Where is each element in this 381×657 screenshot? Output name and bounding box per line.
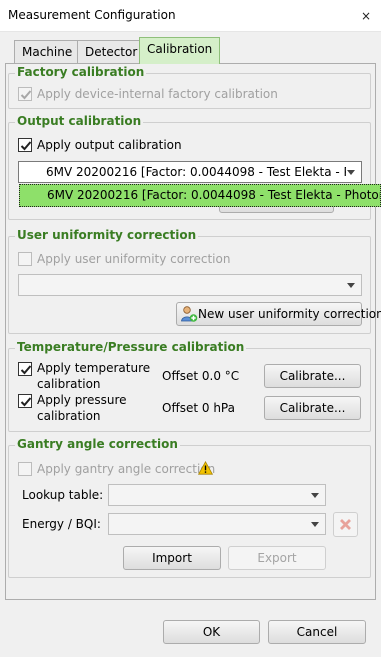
uniformity-label: Apply user uniformity correction (37, 252, 231, 266)
temperature-checkbox[interactable] (18, 362, 32, 376)
dropdown-option-6mv[interactable]: 6MV 20200216 [Factor: 0.0044098 - Test E… (19, 184, 381, 207)
group-title: Temperature/Pressure calibration (15, 340, 247, 354)
uniformity-select[interactable] (18, 274, 362, 296)
warning-icon (198, 461, 213, 475)
chevron-down-icon (347, 170, 355, 175)
ok-button[interactable]: OK (163, 620, 260, 644)
checkmark-icon (20, 141, 32, 151)
window-title: Measurement Configuration (8, 8, 176, 22)
chevron-down-icon (347, 283, 355, 288)
factory-calibration-label: Apply device-internal factory calibratio… (37, 87, 278, 101)
chevron-down-icon (311, 522, 319, 527)
cancel-button[interactable]: Cancel (268, 620, 366, 644)
close-icon[interactable]: × (351, 0, 381, 32)
delete-icon (340, 519, 351, 530)
gantry-checkbox[interactable] (18, 462, 32, 476)
tab-calibration[interactable]: Calibration (139, 37, 221, 64)
lookup-table-select[interactable] (108, 484, 326, 506)
chevron-down-icon (311, 493, 319, 498)
output-calibration-checkbox[interactable] (18, 138, 32, 152)
gantry-label: Apply gantry angle correction (37, 462, 216, 476)
temperature-label-line1: Apply temperature (37, 361, 151, 375)
title-bar: Measurement Configuration × (0, 0, 381, 32)
user-add-icon (181, 306, 198, 322)
lookup-table-label: Lookup table: (22, 488, 104, 502)
group-title: Factory calibration (15, 65, 147, 79)
tab-detector[interactable]: Detector (77, 40, 146, 63)
import-button[interactable]: Import (123, 546, 221, 570)
factory-calibration-checkbox[interactable] (18, 87, 32, 101)
output-calibration-select[interactable]: 6MV 20200216 [Factor: 0.0044098 - Test E… (18, 161, 362, 183)
pressure-label-line1: Apply pressure (37, 393, 127, 407)
temperature-label-line2: calibration (37, 377, 101, 391)
output-calibration-selected: 6MV 20200216 [Factor: 0.0044098 - Test E… (46, 165, 346, 179)
group-title: Output calibration (15, 114, 144, 128)
calibrate-temperature-button[interactable]: Calibrate... (264, 364, 361, 388)
checkmark-icon (20, 90, 32, 100)
pressure-offset: Offset 0 hPa (162, 401, 235, 415)
checkmark-icon (20, 365, 32, 375)
checkmark-icon (20, 397, 32, 407)
output-calibration-label: Apply output calibration (37, 138, 182, 152)
pressure-label-line2: calibration (37, 409, 101, 423)
energy-bqi-select[interactable] (108, 513, 326, 535)
export-button[interactable]: Export (228, 546, 326, 570)
new-uniformity-label: New user uniformity correction (198, 307, 381, 321)
delete-energy-button[interactable] (333, 512, 358, 537)
tab-machine[interactable]: Machine (14, 40, 81, 63)
pressure-checkbox[interactable] (18, 394, 32, 408)
group-title: Gantry angle correction (15, 437, 180, 451)
uniformity-checkbox[interactable] (18, 252, 32, 266)
group-title: User uniformity correction (15, 228, 199, 242)
temperature-offset: Offset 0.0 °C (162, 369, 240, 383)
calibrate-pressure-button[interactable]: Calibrate... (264, 396, 361, 420)
energy-bqi-label: Energy / BQI: (22, 517, 101, 531)
new-uniformity-button[interactable]: New user uniformity correction (176, 302, 381, 326)
